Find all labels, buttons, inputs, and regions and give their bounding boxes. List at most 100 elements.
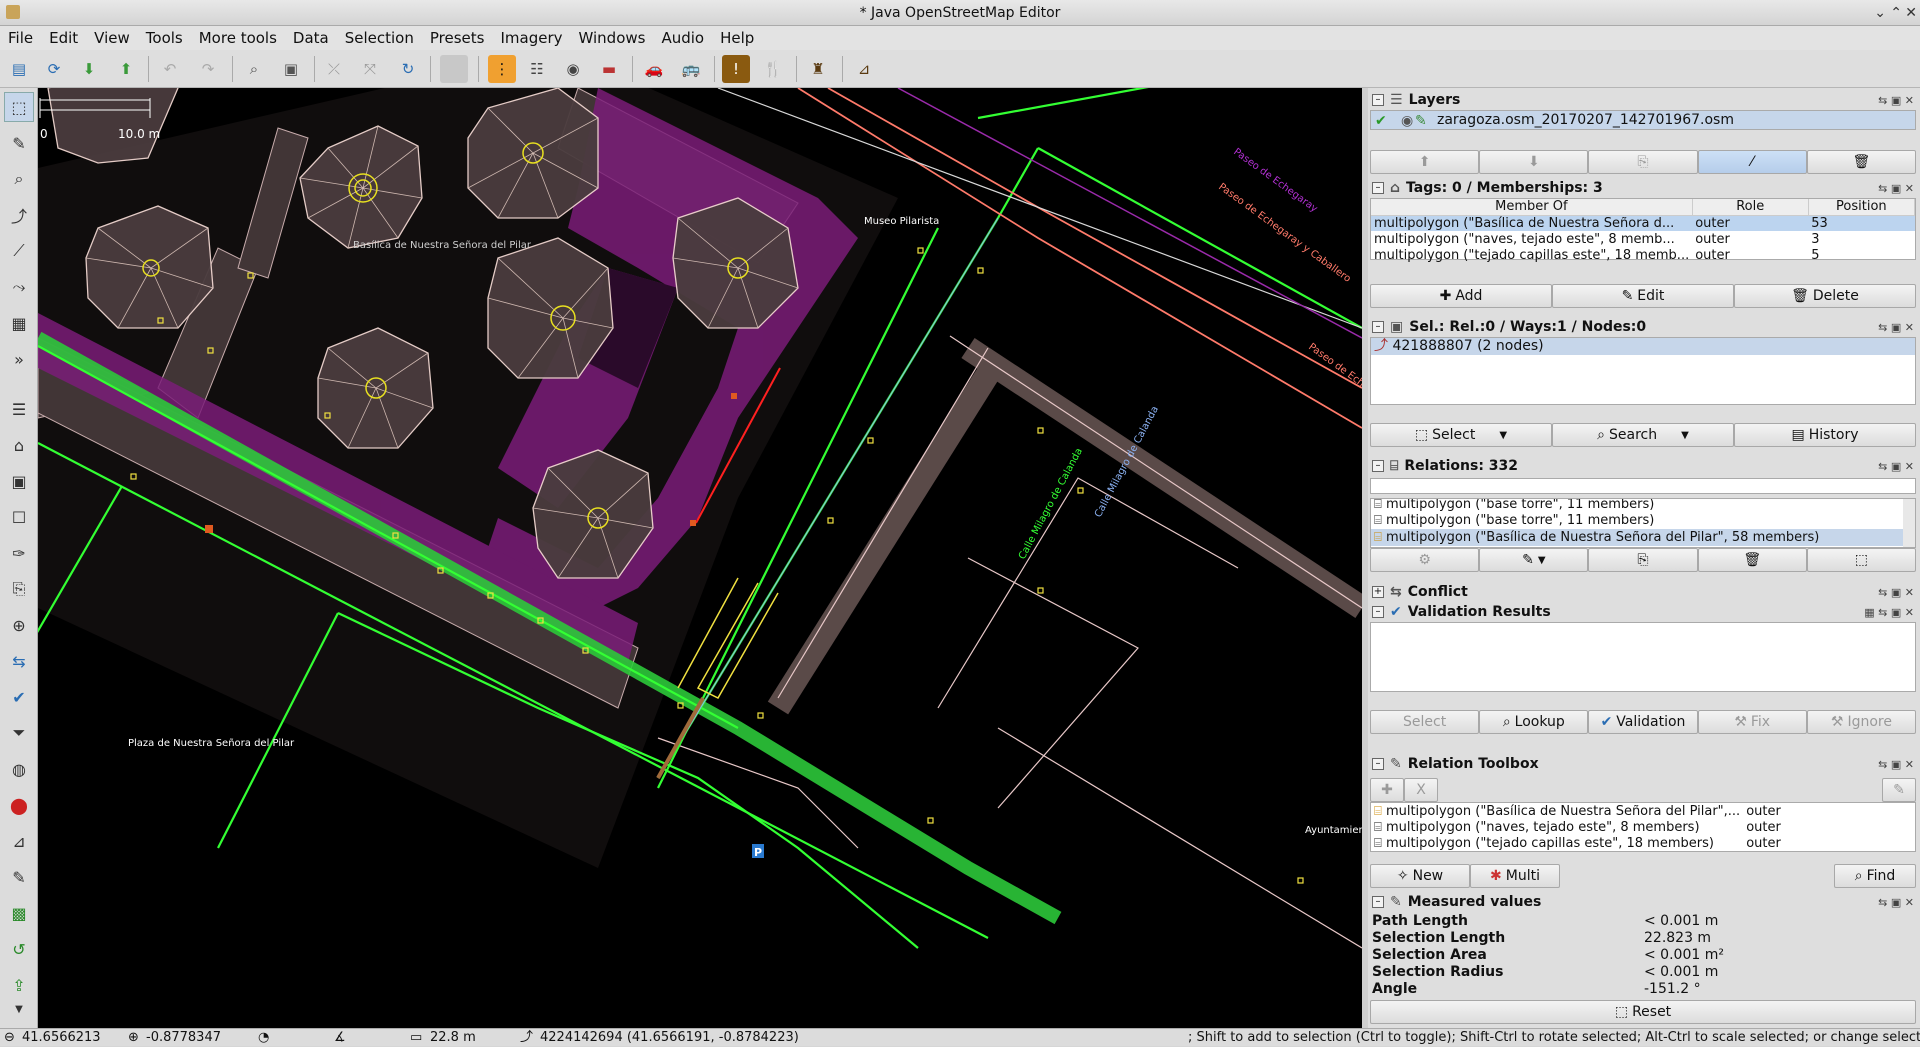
- collapse-icon[interactable]: –: [1372, 182, 1384, 194]
- validation-panel-icon[interactable]: ✔: [4, 682, 34, 712]
- select-mode-icon[interactable]: ⬚: [4, 92, 34, 122]
- preferences-icon[interactable]: ▣: [277, 55, 305, 83]
- highway-preset-icon[interactable]: ⋮: [488, 55, 516, 83]
- draw-mode-icon[interactable]: ✎: [4, 128, 34, 158]
- industrial-preset-icon[interactable]: ⊿: [850, 55, 878, 83]
- eye-icon[interactable]: ◉: [1401, 113, 1413, 129]
- panel-controls-icon[interactable]: ⇆ ▣ ✕: [1878, 94, 1914, 107]
- list-item[interactable]: ⌸ multipolygon ("Basílica de Nuestra Señ…: [1371, 529, 1915, 546]
- panel-controls-icon[interactable]: ▦ ⇆ ▣ ✕: [1864, 606, 1914, 619]
- collapse-icon[interactable]: –: [1372, 94, 1384, 106]
- menu-view[interactable]: View: [86, 29, 138, 47]
- upload-icon[interactable]: ⬆: [112, 55, 140, 83]
- table-row[interactable]: multipolygon ("tejado capillas este", 18…: [1371, 247, 1915, 263]
- new-relation-button[interactable]: ✧ New: [1370, 864, 1470, 888]
- download-icon[interactable]: ⟳: [40, 55, 68, 83]
- relation-edit-button[interactable]: ✎ ▼: [1479, 548, 1589, 572]
- panel-controls-icon[interactable]: ⇆ ▣ ✕: [1878, 758, 1914, 771]
- history-panel-icon[interactable]: ↺: [4, 934, 34, 964]
- measured-header[interactable]: – ✎ Measured values ⇆ ▣ ✕: [1368, 892, 1920, 912]
- activate-layer-button[interactable]: ⁄: [1697, 150, 1807, 174]
- panel-controls-icon[interactable]: ⇆ ▣ ✕: [1878, 460, 1914, 473]
- more-tools-icon[interactable]: »: [4, 344, 34, 374]
- combine-way-icon[interactable]: ⤧: [356, 55, 384, 83]
- validation-select-button[interactable]: Select: [1370, 710, 1480, 734]
- collapse-icon[interactable]: –: [1372, 606, 1384, 618]
- edit-tag-button[interactable]: ✎ Edit: [1552, 284, 1734, 308]
- collapse-icon[interactable]: –: [1372, 460, 1384, 472]
- notes-panel-icon[interactable]: ⊕: [4, 610, 34, 640]
- relation-duplicate-button[interactable]: ⎘: [1588, 548, 1698, 572]
- conflict-panel-icon[interactable]: ⇆: [4, 646, 34, 676]
- toolbox-edit-button[interactable]: ✎: [1882, 778, 1916, 802]
- upload-panel-icon[interactable]: ⇪: [4, 970, 34, 1000]
- table-row[interactable]: multipolygon ("Basílica de Nuestra Señor…: [1371, 215, 1915, 231]
- validation-header[interactable]: – ✔ Validation Results ▦ ⇆ ▣ ✕: [1368, 602, 1920, 622]
- menu-more-tools[interactable]: More tools: [191, 29, 285, 47]
- railway-preset-icon[interactable]: ☷: [523, 55, 551, 83]
- menu-help[interactable]: Help: [712, 29, 762, 47]
- fix-button[interactable]: ⚒ Fix: [1697, 710, 1807, 734]
- history-button[interactable]: ▤ History: [1734, 423, 1916, 447]
- scroll-down-icon[interactable]: ▼: [4, 1002, 34, 1016]
- relations-header[interactable]: – ⌸ Relations: 332 ⇆ ▣ ✕: [1368, 456, 1920, 476]
- relation-settings-button[interactable]: ⚙: [1370, 548, 1480, 572]
- extrude-icon[interactable]: ⤳: [4, 272, 34, 302]
- chevron-down-icon[interactable]: ▼: [1538, 555, 1546, 566]
- toolbox-add-button[interactable]: ✚: [1370, 778, 1404, 802]
- layers-panel-icon[interactable]: ☰: [4, 394, 34, 424]
- mapstyle-panel-icon[interactable]: ◍: [4, 754, 34, 784]
- lookup-button[interactable]: ⌕ Lookup: [1479, 710, 1589, 734]
- list-item[interactable]: ⤴ 421888807 (2 nodes): [1371, 338, 1915, 355]
- move-up-button[interactable]: ⬆: [1370, 150, 1480, 174]
- visible-check-icon[interactable]: ✔: [1375, 113, 1387, 129]
- table-row[interactable]: ⌸ multipolygon ("Basílica de Nuestra Señ…: [1371, 803, 1915, 819]
- close-icon[interactable]: ✕: [1905, 0, 1917, 26]
- move-down-button[interactable]: ⬇: [1479, 150, 1589, 174]
- panel-controls-icon[interactable]: ⇆ ▣ ✕: [1878, 586, 1914, 599]
- castle-preset-icon[interactable]: ♜: [804, 55, 832, 83]
- tags-panel-icon[interactable]: ⌂: [4, 430, 34, 460]
- panel-controls-icon[interactable]: ⇆ ▣ ✕: [1878, 182, 1914, 195]
- table-row[interactable]: multipolygon ("naves, tejado este", 8 me…: [1371, 231, 1915, 247]
- restaurant-preset-icon[interactable]: 🍴: [759, 55, 787, 83]
- delete-layer-button[interactable]: 🗑: [1806, 150, 1917, 174]
- list-item[interactable]: ⌸ multipolygon ("base torre", 11 members…: [1371, 499, 1915, 512]
- menu-file[interactable]: File: [0, 29, 41, 47]
- col-position[interactable]: Position: [1808, 199, 1916, 216]
- selection-header[interactable]: – ▣ Sel.: Rel.:0 / Ways:1 / Nodes:0 ⇆ ▣ ✕: [1368, 317, 1920, 337]
- merge-layer-button[interactable]: ⎘: [1588, 150, 1698, 174]
- tags-header[interactable]: – ⌂ Tags: 0 / Memberships: 3 ⇆ ▣ ✕: [1368, 178, 1920, 198]
- building-icon[interactable]: ▦: [4, 308, 34, 338]
- parallel-way-icon[interactable]: ⟋: [4, 236, 34, 266]
- maximize-icon[interactable]: ⌃: [1890, 0, 1902, 26]
- relation-select-button[interactable]: ⬚: [1806, 548, 1917, 572]
- toolbox-header[interactable]: – ✎ Relation Toolbox ⇆ ▣ ✕: [1368, 754, 1920, 774]
- list-item[interactable]: ⌸ multipolygon ("base torre", 11 members…: [1371, 512, 1915, 529]
- table-row[interactable]: ⌸ multipolygon ("tejado capillas este", …: [1371, 835, 1915, 851]
- commands-panel-icon[interactable]: ⎘: [4, 574, 34, 604]
- scrollbar[interactable]: [1903, 499, 1915, 547]
- map-marker-icon[interactable]: ⬤: [4, 790, 34, 820]
- collapse-icon[interactable]: –: [1372, 758, 1384, 770]
- warning-preset-icon[interactable]: !: [722, 55, 750, 83]
- delete-tag-button[interactable]: 🗑 Delete: [1734, 284, 1916, 308]
- collapse-icon[interactable]: –: [1372, 896, 1384, 908]
- menu-tools[interactable]: Tools: [138, 29, 191, 47]
- menu-audio[interactable]: Audio: [653, 29, 712, 47]
- waterway-preset-icon[interactable]: ◉: [559, 55, 587, 83]
- menu-imagery[interactable]: Imagery: [492, 29, 570, 47]
- table-row[interactable]: ⌸ multipolygon ("naves, tejado este", 8 …: [1371, 819, 1915, 835]
- split-way-icon[interactable]: ⤫: [320, 55, 348, 83]
- selection-panel-icon[interactable]: ▣: [4, 466, 34, 496]
- user-panel-icon[interactable]: ☐: [4, 502, 34, 532]
- menu-presets[interactable]: Presets: [422, 29, 493, 47]
- conflict-header[interactable]: + ⇆ Conflict ⇆ ▣ ✕: [1368, 582, 1920, 602]
- measure-panel-icon[interactable]: ⊿: [4, 826, 34, 856]
- find-button[interactable]: ⌕ Find: [1834, 864, 1916, 888]
- toolbox-panel-icon[interactable]: ✎: [4, 862, 34, 892]
- relations-filter[interactable]: [1370, 478, 1916, 494]
- col-role[interactable]: Role: [1692, 199, 1809, 216]
- refresh-icon[interactable]: ↻: [394, 55, 422, 83]
- author-panel-icon[interactable]: ✑: [4, 538, 34, 568]
